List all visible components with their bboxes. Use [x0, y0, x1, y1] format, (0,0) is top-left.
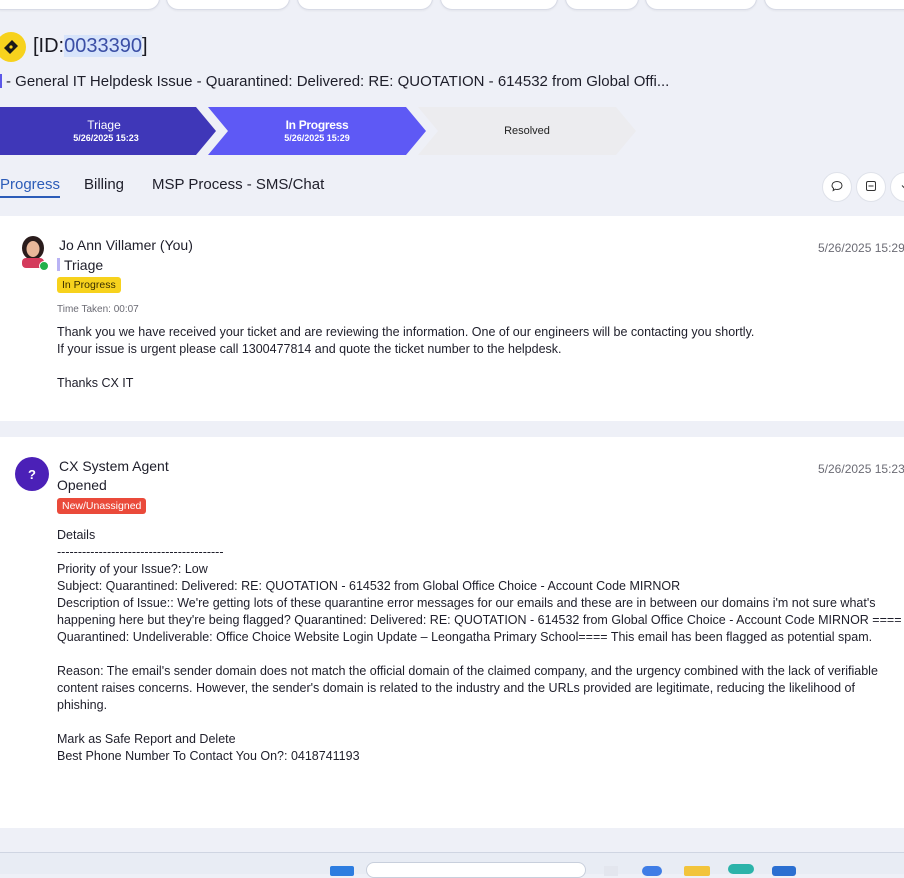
action-field: Mark as Safe Report and Delete: [57, 732, 236, 746]
ticket-subject: - General IT Helpdesk Issue - Quarantine…: [0, 73, 669, 90]
ticket-id-number[interactable]: 0033390: [64, 35, 142, 57]
ticket-id-prefix: [ID:: [33, 35, 65, 57]
entry-line: Thank you we have received your ticket a…: [57, 325, 755, 339]
taskbar: [0, 852, 904, 878]
ticket-header: [ID:0033390]: [0, 32, 904, 64]
description-field: Description of Issue:: We're getting lot…: [57, 596, 902, 644]
time-taken: Time Taken: 00:07: [57, 304, 139, 315]
avatar: ?: [15, 457, 49, 491]
online-status-indicator: [39, 261, 49, 271]
top-action-button[interactable]: [565, 0, 639, 10]
download-icon: [899, 180, 904, 195]
ticket-subject-text: - General IT Helpdesk Issue - Quarantine…: [6, 73, 670, 90]
stage-name: Resolved: [504, 125, 550, 137]
status-badge: New/Unassigned: [57, 498, 147, 514]
folder-icon[interactable]: [684, 866, 710, 876]
phone-field: Best Phone Number To Contact You On?: 04…: [57, 749, 360, 763]
collapse-icon: [865, 180, 877, 195]
timeline-entry: ? CX System Agent Opened New/Unassigned …: [0, 437, 904, 828]
download-button[interactable]: [890, 172, 904, 202]
entry-line: Thanks CX IT: [57, 376, 134, 390]
entry-timestamp: 5/26/2025 15:23: [818, 462, 904, 476]
entry-author: Jo Ann Villamer (You): [59, 237, 193, 253]
top-action-button[interactable]: [764, 0, 904, 10]
tab-msp-process-sms-chat[interactable]: MSP Process - SMS/Chat: [152, 176, 324, 193]
top-action-button[interactable]: [440, 0, 558, 10]
top-action-button[interactable]: [297, 0, 433, 10]
entry-body: Details --------------------------------…: [57, 527, 904, 765]
tab-bar: Progress Billing MSP Process - SMS/Chat: [0, 170, 904, 202]
status-marker: [57, 258, 60, 271]
entry-timestamp: 5/26/2025 15:29: [818, 241, 904, 255]
stage-name: In Progress: [285, 118, 349, 132]
tab-progress[interactable]: Progress: [0, 176, 60, 193]
comment-icon: [831, 180, 843, 195]
status-badge: In Progress: [57, 277, 121, 293]
store-icon[interactable]: [772, 866, 796, 876]
taskbar-app-icon[interactable]: [642, 866, 662, 876]
entry-author: CX System Agent: [59, 458, 169, 474]
top-action-button[interactable]: [645, 0, 757, 10]
stage-triage[interactable]: Triage 5/26/2025 15:23: [0, 107, 216, 155]
tab-billing[interactable]: Billing: [84, 176, 124, 193]
ticket-id-suffix: ]: [142, 35, 148, 57]
ticket-icon: [0, 32, 26, 62]
windows-start-icon[interactable]: [330, 866, 354, 876]
top-action-button[interactable]: [166, 0, 290, 10]
entry-status-text: Triage: [64, 257, 104, 273]
collapse-button[interactable]: [856, 172, 886, 202]
subject-marker: [0, 74, 2, 88]
taskbar-app-icon[interactable]: [604, 866, 618, 876]
entry-status: Triage: [57, 257, 103, 273]
stage-name: Triage: [87, 118, 121, 132]
ticket-id: [ID:0033390]: [33, 35, 148, 58]
stage-in-progress[interactable]: In Progress 5/26/2025 15:29: [208, 107, 426, 155]
details-divider: ----------------------------------------: [57, 545, 224, 559]
entry-line: If your issue is urgent please call 1300…: [57, 342, 562, 356]
subject-field: Subject: Quarantined: Delivered: RE: QUO…: [57, 579, 681, 593]
stage-pipeline: Triage 5/26/2025 15:23 In Progress 5/26/…: [0, 107, 640, 155]
active-tab-indicator: [0, 196, 60, 198]
taskbar-search-box[interactable]: [366, 862, 586, 878]
stage-date: 5/26/2025 15:29: [284, 133, 350, 143]
stage-resolved[interactable]: Resolved: [418, 107, 636, 155]
comment-button[interactable]: [822, 172, 852, 202]
entry-body: Thank you we have received your ticket a…: [57, 324, 904, 392]
priority-field: Priority of your Issue?: Low: [57, 562, 208, 576]
top-action-bar: [0, 0, 904, 10]
top-action-button[interactable]: [0, 0, 160, 10]
details-label: Details: [57, 528, 96, 542]
reason-field: Reason: The email's sender domain does n…: [57, 664, 878, 712]
stage-date: 5/26/2025 15:23: [73, 133, 139, 143]
timeline-entry: Jo Ann Villamer (You) Triage In Progress…: [0, 216, 904, 421]
entry-status: Opened: [57, 477, 107, 493]
